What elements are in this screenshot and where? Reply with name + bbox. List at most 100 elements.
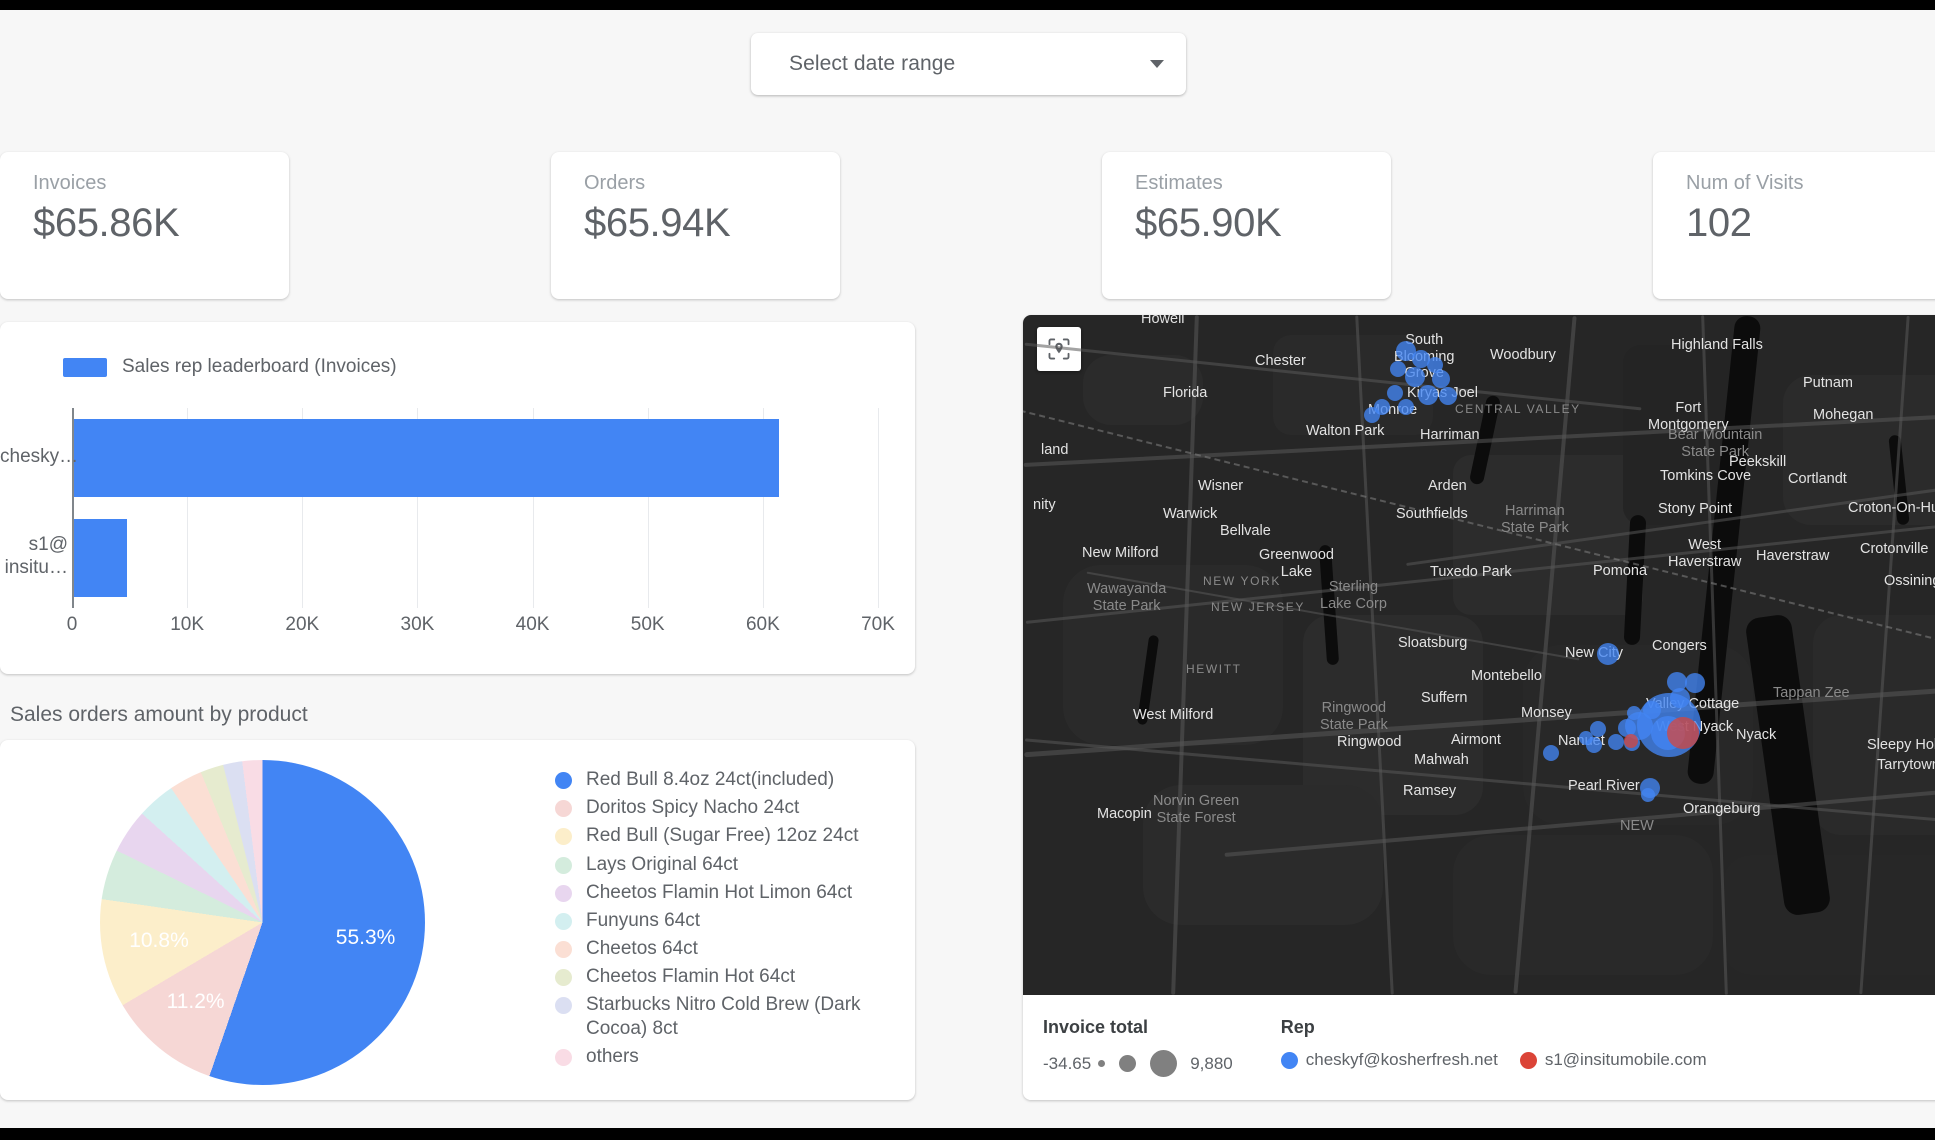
map-place-label-line: West Milford <box>1133 707 1214 723</box>
map-place-label-line: Ossining <box>1884 573 1935 589</box>
bottom-black-bar <box>0 1128 1935 1140</box>
map-place-label: Walton Park <box>1306 423 1384 440</box>
scorecard-estimates[interactable]: Estimates $65.90K <box>1102 152 1391 299</box>
map-place-label-line: Sleepy Hollow <box>1867 737 1935 753</box>
pie-legend-item[interactable]: Cheetos 64ct <box>555 937 900 960</box>
map-place-label-line: Putnam <box>1803 375 1853 391</box>
map-place-label: HEWITT <box>1186 662 1242 677</box>
map-place-label: Woodbury <box>1490 347 1556 364</box>
map-place-label: Warwick <box>1163 506 1217 523</box>
map-place-label: Macopin <box>1097 806 1152 823</box>
size-dot-xs-icon <box>1098 1060 1106 1067</box>
pie-legend-item[interactable]: others <box>555 1045 900 1068</box>
map-data-marker[interactable] <box>1597 643 1619 665</box>
map-data-marker[interactable] <box>1405 367 1425 387</box>
map-legend-rep-item[interactable]: s1@insitumobile.com <box>1519 1050 1707 1070</box>
map-data-marker[interactable] <box>1364 407 1380 423</box>
pie-legend-label: Doritos Spicy Nacho 24ct <box>586 797 800 819</box>
map-legend-size-scale: -34.65 9,880 <box>1043 1050 1233 1077</box>
pie-legend-item[interactable]: Starbucks Nitro Cold Brew (Dark Cocoa) 8… <box>555 993 900 1039</box>
map-data-marker[interactable] <box>1387 385 1403 401</box>
map-place-label: Tomkins Cove <box>1660 468 1751 485</box>
map-place-label: Florida <box>1163 385 1207 402</box>
sales-orders-by-product-chart[interactable]: 55.3% 11.2% 10.8% Red Bull 8.4oz 24ct(incl… <box>0 740 915 1100</box>
map-place-label-line: land <box>1041 442 1069 458</box>
map-place-label-line: Haverstraw <box>1756 548 1830 564</box>
bar-chart-legend[interactable]: Sales rep leaderboard (Invoices) <box>63 356 397 378</box>
map-data-marker[interactable] <box>1685 673 1705 693</box>
map-place-label: Montebello <box>1471 668 1542 685</box>
pie-legend-item[interactable]: Doritos Spicy Nacho 24ct <box>555 796 900 819</box>
map-data-marker[interactable] <box>1418 385 1438 405</box>
map-data-marker[interactable] <box>1439 387 1457 405</box>
map-data-marker[interactable] <box>1608 734 1624 750</box>
map-data-marker[interactable] <box>1432 370 1450 388</box>
pie-legend-swatch-icon <box>555 884 572 902</box>
bar-row[interactable] <box>74 519 127 597</box>
map-place-label-line: Monsey <box>1521 705 1572 721</box>
map-data-marker[interactable] <box>1586 737 1602 753</box>
bar-x-tick-label: 0 <box>66 614 78 635</box>
map-place-label: Sloatsburg <box>1398 635 1467 652</box>
map-place-label: Putnam <box>1803 375 1853 392</box>
map-data-marker[interactable] <box>1624 734 1638 748</box>
map-place-label: Croton-On-Hudson <box>1848 500 1935 517</box>
map-place-label-line: Nyack <box>1736 727 1777 743</box>
map-place-label-line: Chester <box>1255 353 1306 369</box>
map-place-label-line: Montebello <box>1471 668 1542 684</box>
pie-legend-item[interactable]: Lays Original 64ct <box>555 853 900 876</box>
scorecard-invoices[interactable]: Invoices $65.86K <box>0 152 289 299</box>
map-place-label: Mahwah <box>1414 752 1469 769</box>
map-place-label-line: Haverstraw <box>1668 553 1742 570</box>
pie-legend-swatch-icon <box>555 800 572 818</box>
map-place-label: Southfields <box>1396 506 1468 523</box>
map-place-label-line: Tarrytown <box>1877 757 1935 773</box>
map-place-label-line: Stony Point <box>1658 501 1733 517</box>
map-place-label-line: New Milford <box>1082 545 1159 561</box>
bar-category: s1@ insitu… <box>0 534 68 580</box>
pie-legend-item[interactable]: Red Bull 8.4oz 24ct(included) <box>555 768 900 791</box>
map-data-marker[interactable] <box>1667 717 1699 749</box>
map-place-label: Ringwood <box>1337 734 1402 751</box>
pie-legend-item[interactable]: Funyuns 64ct <box>555 909 900 932</box>
scorecard-title: Num of Visits <box>1686 172 1804 194</box>
pie-legend-label: Red Bull 8.4oz 24ct(included) <box>586 769 835 790</box>
pie-legend-swatch-icon <box>555 856 572 874</box>
map-data-marker[interactable] <box>1641 788 1655 802</box>
map-place-label: Suffern <box>1421 690 1468 707</box>
map-place-label-line: CENTRAL VALLEY <box>1455 402 1581 416</box>
pie-chart-legend[interactable]: Red Bull 8.4oz 24ct(included) Doritos Spi… <box>555 768 900 1073</box>
scorecard-num-of-visits[interactable]: Num of Visits 102 <box>1653 152 1935 299</box>
pie-chart[interactable]: 55.3% 11.2% 10.8% <box>100 760 425 1085</box>
scorecard-orders[interactable]: Orders $65.94K <box>551 152 840 299</box>
pie-legend-label: Starbucks Nitro Cold Brew (Dark Cocoa) 8… <box>586 994 861 1039</box>
chevron-down-icon[interactable] <box>1150 60 1164 68</box>
map-place-label-line: Bellvale <box>1220 523 1271 539</box>
map-place-label-line: Tomkins Cove <box>1660 468 1752 484</box>
bar-x-tick-label: 50K <box>630 614 665 635</box>
map-data-marker[interactable] <box>1390 361 1406 377</box>
map-place-label-line: Walton Park <box>1306 423 1385 439</box>
scorecard-title: Orders <box>584 172 646 194</box>
date-range-selector[interactable]: Select date range <box>751 33 1186 95</box>
legend-swatch-icon <box>63 357 107 377</box>
sales-map-card[interactable]: HowellChesterSouthBloomingGroveWoodburyH… <box>1023 315 1935 1100</box>
pie-legend-item[interactable]: Red Bull (Sugar Free) 12oz 24ct <box>555 824 900 847</box>
map-place-label-line: Highland Falls <box>1671 337 1763 353</box>
sales-rep-leaderboard-chart[interactable]: Sales rep leaderboard (Invoices) 0 10K 20K… <box>0 322 915 674</box>
top-black-bar <box>0 0 1935 10</box>
map-legend-rep-group: Rep cheskyf@kosherfresh.net s1@insitumobi… <box>1280 1017 1729 1100</box>
map-data-marker[interactable] <box>1543 745 1559 761</box>
map-place-label-line: Greenwood <box>1259 547 1334 563</box>
map-legend-rep-item[interactable]: cheskyf@kosherfresh.net <box>1280 1050 1498 1070</box>
pie-legend-item[interactable]: Cheetos Flamin Hot Limon 64ct <box>555 881 900 904</box>
map-canvas[interactable]: HowellChesterSouthBloomingGroveWoodburyH… <box>1023 315 1935 995</box>
map-place-label-line: Fort <box>1675 400 1702 416</box>
map-place-label: Monsey <box>1521 705 1572 722</box>
pie-legend-label: Cheetos 64ct <box>586 938 698 960</box>
map-data-marker[interactable] <box>1398 399 1414 415</box>
map-place-label: CENTRAL VALLEY <box>1455 402 1581 417</box>
bar-row[interactable] <box>74 419 779 497</box>
pie-legend-item[interactable]: Cheetos Flamin Hot 64ct <box>555 965 900 988</box>
map-place-label: NEW JERSEY <box>1211 600 1305 615</box>
